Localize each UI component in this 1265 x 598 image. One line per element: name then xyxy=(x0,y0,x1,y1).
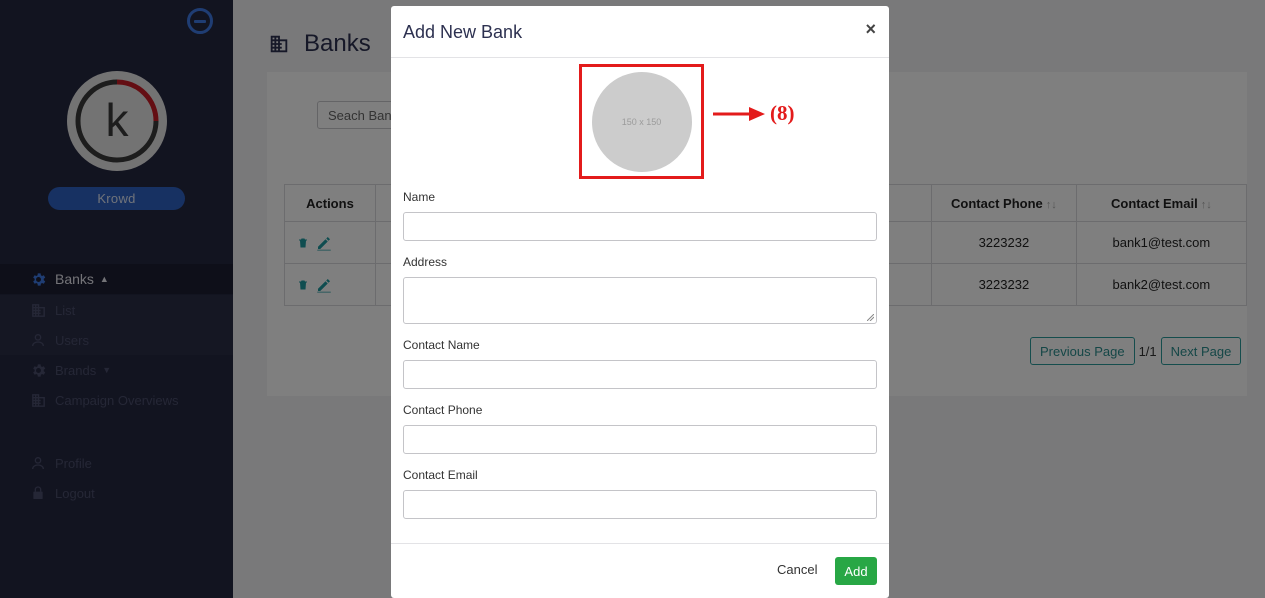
modal-header: Add New Bank × xyxy=(391,6,889,58)
annotation-label: (8) xyxy=(770,101,795,125)
contact-email-field[interactable] xyxy=(403,490,877,519)
contact-name-label: Contact Name xyxy=(403,338,480,352)
modal-footer: Cancel Add xyxy=(391,543,889,598)
image-placeholder[interactable]: 150 x 150 xyxy=(591,71,692,172)
contact-phone-label: Contact Phone xyxy=(403,403,483,417)
address-label: Address xyxy=(403,255,448,269)
name-field[interactable] xyxy=(403,212,877,241)
modal-title: Add New Bank xyxy=(403,22,523,42)
add-button[interactable]: Add xyxy=(835,557,877,585)
name-label: Name xyxy=(403,190,436,204)
image-upload-highlight[interactable]: 150 x 150 xyxy=(579,64,704,179)
arrow-right-icon xyxy=(713,107,765,121)
contact-email-label: Contact Email xyxy=(403,468,478,482)
cancel-button[interactable]: Cancel xyxy=(777,562,817,577)
resize-grip-icon[interactable] xyxy=(867,314,874,321)
add-bank-modal: Add New Bank × 150 x 150 (8) Name Addres… xyxy=(391,6,889,598)
close-icon[interactable]: × xyxy=(865,19,876,40)
address-field[interactable] xyxy=(403,277,877,324)
contact-name-field[interactable] xyxy=(403,360,877,389)
contact-phone-field[interactable] xyxy=(403,425,877,454)
